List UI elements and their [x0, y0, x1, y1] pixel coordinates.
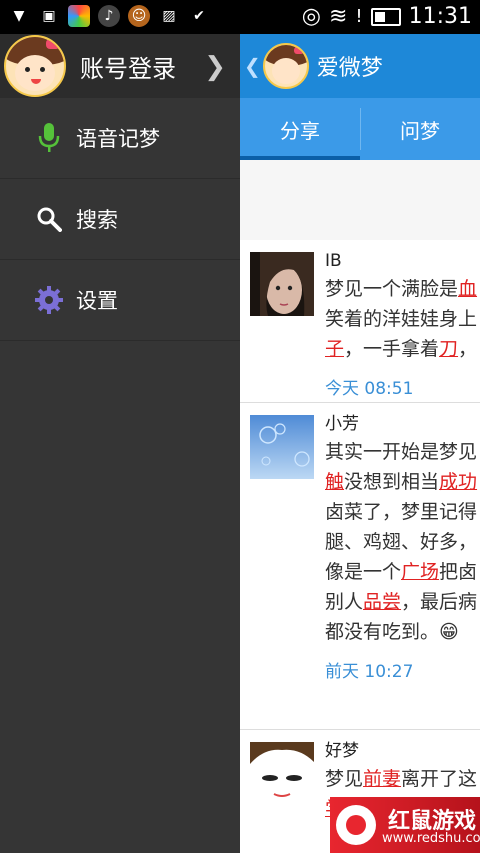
post-text-line: 子，一手拿着刀， [325, 334, 480, 364]
keyword-link[interactable]: 触 [325, 471, 344, 493]
text-segment: 其实一开始是梦见 [325, 441, 478, 463]
list-item[interactable]: IB 梦见一个满脸是血 笑着的洋娃娃身上 子，一手拿着刀， 今天 08:51 [240, 240, 480, 403]
menu-item-settings[interactable]: 设置 [0, 260, 240, 341]
account-login-row[interactable]: 账号登录 ❯ [0, 34, 240, 98]
text-segment: 卤菜了，梦里记得 [325, 501, 478, 523]
keyword-link[interactable]: 血 [458, 278, 477, 300]
post-text: 其实一开始是梦见 触没想到相当成功 卤菜了，梦里记得 腿、鸡翅、好多， 像是一个广场把卤… [325, 437, 480, 647]
text-segment: 都没有吃到。😁 [325, 621, 459, 643]
app-bar: ❮ 爱微梦 [240, 34, 480, 98]
text-segment: 像是一个 [325, 561, 402, 583]
post-text-line: 像是一个广场把卤 [325, 557, 480, 587]
notification-icons: ▼ ▣ ♪ ☺ ▨ ✔ [8, 5, 210, 27]
author-name: IB [325, 251, 342, 271]
keyword-link[interactable]: 刀 [439, 338, 458, 360]
post-text-line: 腿、鸡翅、好多， [325, 527, 480, 557]
timestamp: 前天 10:27 [325, 662, 414, 682]
feed-list: IB 梦见一个满脸是血 笑着的洋娃娃身上 子，一手拿着刀， 今天 08:51 小芳 [240, 240, 480, 853]
app-notification-icon: ▣ [42, 8, 56, 24]
keyword-link[interactable]: 成功 [439, 471, 477, 493]
text-segment: ，一手拿着 [344, 338, 440, 360]
sync-icon: ◎ [301, 4, 321, 29]
author-name: 好梦 [325, 741, 359, 761]
text-segment: 笑着的洋娃娃身上 [325, 308, 478, 330]
shield-icon: ▼ [13, 8, 25, 24]
tab-ask-dream[interactable]: 问梦 [360, 98, 480, 160]
post-text-line: 别人品尝，最后病 [325, 587, 480, 617]
post-text-line: 笑着的洋娃娃身上 [325, 304, 480, 334]
image-icon: ▨ [162, 8, 176, 24]
post-text: 梦见一个满脸是血 笑着的洋娃娃身上 子，一手拿着刀， [325, 274, 480, 364]
post-text-line: 其实一开始是梦见 [325, 437, 480, 467]
menu-label: 设置 [76, 289, 118, 313]
text-segment: ， [458, 338, 478, 360]
post-text-line: 梦见前妻离开了这 [325, 764, 480, 794]
status-bar: ▼ ▣ ♪ ☺ ▨ ✔ ◎ ≋ ! 11:31 [0, 0, 480, 34]
menu-label: 搜索 [76, 208, 118, 232]
menu-item-search[interactable]: 搜索 [0, 179, 240, 260]
avatar [250, 252, 314, 316]
text-segment: 离开了这 [401, 768, 478, 790]
system-icons: ◎ ≋ ! 11:31 [302, 4, 472, 29]
text-segment: 梦见 [325, 768, 364, 790]
clock: 11:31 [408, 4, 472, 29]
site-watermark: 红鼠游戏 www.redshu.com [330, 797, 480, 853]
keyword-link[interactable]: 子 [325, 338, 344, 360]
text-segment: 腿、鸡翅、好多， [325, 531, 478, 553]
main-panel: ❮ 爱微梦 分享 问梦 IB 梦见一个满脸是血笑着的洋娃娃身上子，一手拿着刀 [240, 34, 480, 853]
store-icon [68, 5, 90, 27]
microphone-icon [34, 123, 64, 153]
post-content: 小芳 其实一开始是梦见 触没想到相当成功 卤菜了，梦里记得 腿、鸡翅、好多， 像是一个广… [325, 411, 480, 682]
text-segment: 别人 [325, 591, 364, 613]
text-segment: ，最后病 [401, 591, 478, 613]
post-text-line: 都没有吃到。😁 [325, 617, 480, 647]
app-avatar[interactable] [262, 43, 309, 89]
author-name: 小芳 [325, 414, 359, 434]
post-text-line: 触没想到相当成功 [325, 467, 480, 497]
alert-icon: ! [355, 6, 363, 27]
text-segment: 没想到相当 [344, 471, 440, 493]
watermark-url: www.redshu.com [382, 831, 480, 846]
menu-item-voice-dream[interactable]: 语音记梦 [0, 98, 240, 179]
text-segment: 梦见一个满脸是 [325, 278, 459, 300]
keyword-link[interactable]: 广场 [401, 561, 439, 583]
avatar [250, 742, 314, 806]
keyword-link[interactable]: 品尝 [363, 591, 401, 613]
login-label: 账号登录 [80, 54, 176, 83]
post-content: IB 梦见一个满脸是血 笑着的洋娃娃身上 子，一手拿着刀， 今天 08:51 [325, 248, 480, 399]
avatar [4, 35, 66, 97]
navigation-drawer: 账号登录 ❯ 语音记梦 搜索 设置 [0, 34, 240, 853]
gear-icon [34, 285, 64, 315]
avatar [250, 415, 314, 479]
face-icon: ☺ [128, 5, 150, 27]
timestamp: 今天 08:51 [325, 379, 414, 399]
chevron-left-icon[interactable]: ❮ [244, 54, 261, 78]
check-icon: ✔ [193, 8, 205, 24]
watermark-logo-icon [336, 805, 376, 845]
post-text-line: 卤菜了，梦里记得 [325, 497, 480, 527]
list-item[interactable]: 小芳 其实一开始是梦见 触没想到相当成功 卤菜了，梦里记得 腿、鸡翅、好多， 像是一个广… [240, 403, 480, 730]
chevron-right-icon: ❯ [204, 52, 226, 82]
battery-icon [370, 7, 401, 26]
post-text-line: 梦见一个满脸是血 [325, 274, 480, 304]
search-icon [34, 204, 64, 234]
menu-label: 语音记梦 [76, 127, 160, 151]
app-title: 爱微梦 [316, 56, 383, 81]
music-icon: ♪ [98, 5, 120, 27]
wifi-icon: ≋ [328, 4, 348, 29]
text-segment: 把卤 [439, 561, 478, 583]
tab-bar: 分享 问梦 [240, 98, 480, 160]
tab-share[interactable]: 分享 [240, 98, 360, 160]
keyword-link[interactable]: 前妻 [363, 768, 401, 790]
